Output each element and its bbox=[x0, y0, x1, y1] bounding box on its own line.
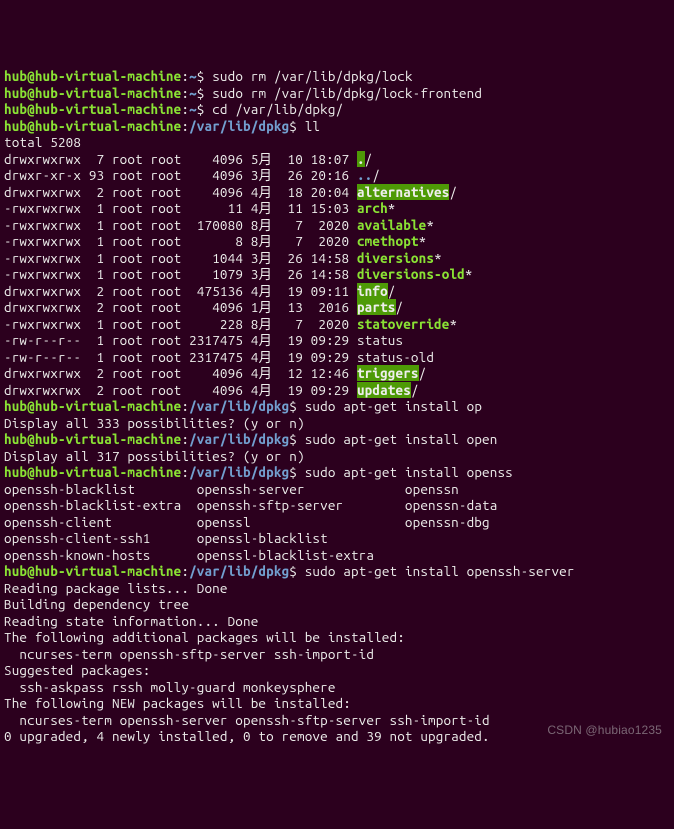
perm: -rw-r--r-- bbox=[4, 332, 81, 348]
prompt-user-host: hub@hub-virtual-machine bbox=[4, 563, 181, 579]
prompt-user-host: hub@hub-virtual-machine bbox=[4, 118, 181, 134]
apt-line: Reading state information... Done bbox=[4, 613, 258, 629]
completion-item: openssl bbox=[197, 514, 405, 530]
perm: drwxrwxrwx bbox=[4, 283, 81, 299]
command: sudo rm /var/lib/dpkg/lock-frontend bbox=[212, 85, 482, 101]
file-available: available bbox=[357, 217, 426, 233]
prompt-path: /var/lib/dpkg bbox=[189, 563, 289, 579]
completion-item: openssn bbox=[405, 481, 459, 497]
file-status: status bbox=[357, 332, 403, 348]
terminal-output[interactable]: hub@hub-virtual-machine:~$ sudo rm /var/… bbox=[4, 68, 670, 745]
prompt-user-host: hub@hub-virtual-machine bbox=[4, 101, 181, 117]
file-alternatives: alternatives bbox=[357, 184, 450, 200]
apt-line: The following additional packages will b… bbox=[4, 629, 405, 645]
prompt-path: /var/lib/dpkg bbox=[189, 398, 289, 414]
apt-line: ncurses-term openssh-server openssh-sftp… bbox=[4, 712, 490, 728]
completion-item: openssh-client bbox=[4, 514, 197, 530]
watermark: CSDN @hubiao1235 bbox=[547, 722, 662, 739]
completion-item: openssn-data bbox=[405, 497, 498, 513]
prompt-user-host: hub@hub-virtual-machine bbox=[4, 464, 181, 480]
apt-line: ssh-askpass rssh molly-guard monkeyspher… bbox=[4, 679, 336, 695]
file-arch: arch bbox=[357, 200, 388, 216]
perm: -rw-r--r-- bbox=[4, 349, 81, 365]
file-triggers: triggers bbox=[357, 365, 419, 381]
apt-line: Suggested packages: bbox=[4, 662, 151, 678]
file-info: info bbox=[357, 283, 388, 299]
command: sudo rm /var/lib/dpkg/lock bbox=[212, 68, 412, 84]
command: sudo apt-get install open bbox=[305, 431, 498, 447]
command: cd /var/lib/dpkg/ bbox=[212, 101, 343, 117]
file-diversions: diversions bbox=[357, 250, 434, 266]
perm: drwxrwxrwx bbox=[4, 382, 81, 398]
apt-line: Building dependency tree bbox=[4, 596, 189, 612]
file-diversions-old: diversions-old bbox=[357, 266, 465, 282]
apt-line: 0 upgraded, 4 newly installed, 0 to remo… bbox=[4, 728, 490, 744]
file-parts: parts bbox=[357, 299, 396, 315]
completion-item: openssn-dbg bbox=[405, 514, 490, 530]
tab-prompt: Display all 333 possibilities? (y or n) bbox=[4, 415, 305, 431]
prompt-user-host: hub@hub-virtual-machine bbox=[4, 431, 181, 447]
command: sudo apt-get install openssh-server bbox=[305, 563, 575, 579]
file-..: .. bbox=[357, 167, 372, 183]
prompt-user-host: hub@hub-virtual-machine bbox=[4, 68, 181, 84]
perm: -rwxrwxrwx bbox=[4, 266, 81, 282]
prompt-path: /var/lib/dpkg bbox=[189, 118, 289, 134]
ll-total: total 5208 bbox=[4, 134, 81, 150]
prompt-path: /var/lib/dpkg bbox=[189, 431, 289, 447]
file-updates: updates bbox=[357, 382, 411, 398]
completion-item: openssh-client-ssh1 bbox=[4, 530, 197, 546]
perm: -rwxrwxrwx bbox=[4, 233, 81, 249]
command: ll bbox=[305, 118, 320, 134]
completion-item: openssl-blacklist-extra bbox=[197, 547, 405, 563]
perm: drwxrwxrwx bbox=[4, 365, 81, 381]
completion-item: openssl-blacklist bbox=[197, 530, 405, 546]
file-statoverride: statoverride bbox=[357, 316, 450, 332]
file-cmethopt: cmethopt bbox=[357, 233, 419, 249]
command: sudo apt-get install op bbox=[305, 398, 482, 414]
perm: -rwxrwxrwx bbox=[4, 217, 81, 233]
prompt-path: ~ bbox=[189, 101, 197, 117]
perm: -rwxrwxrwx bbox=[4, 200, 81, 216]
completion-item: openssh-sftp-server bbox=[197, 497, 405, 513]
tab-prompt: Display all 317 possibilities? (y or n) bbox=[4, 448, 305, 464]
prompt-path: /var/lib/dpkg bbox=[189, 464, 289, 480]
file-.: . bbox=[357, 151, 365, 167]
perm: drwxrwxrwx bbox=[4, 299, 81, 315]
perm: drwxrwxrwx bbox=[4, 184, 81, 200]
command: sudo apt-get install openss bbox=[305, 464, 513, 480]
prompt-path: ~ bbox=[189, 68, 197, 84]
completion-item: openssh-server bbox=[197, 481, 405, 497]
perm: -rwxrwxrwx bbox=[4, 250, 81, 266]
apt-line: Reading package lists... Done bbox=[4, 580, 228, 596]
perm: drwxrwxrwx bbox=[4, 151, 81, 167]
completion-item: openssh-blacklist bbox=[4, 481, 197, 497]
perm: drwxr-xr-x bbox=[4, 167, 81, 183]
apt-line: The following NEW packages will be insta… bbox=[4, 695, 351, 711]
prompt-user-host: hub@hub-virtual-machine bbox=[4, 85, 181, 101]
apt-line: ncurses-term openssh-sftp-server ssh-imp… bbox=[4, 646, 374, 662]
prompt-path: ~ bbox=[189, 85, 197, 101]
prompt-user-host: hub@hub-virtual-machine bbox=[4, 398, 181, 414]
completion-item: openssh-known-hosts bbox=[4, 547, 197, 563]
file-status-old: status-old bbox=[357, 349, 434, 365]
completion-item: openssh-blacklist-extra bbox=[4, 497, 197, 513]
perm: -rwxrwxrwx bbox=[4, 316, 81, 332]
